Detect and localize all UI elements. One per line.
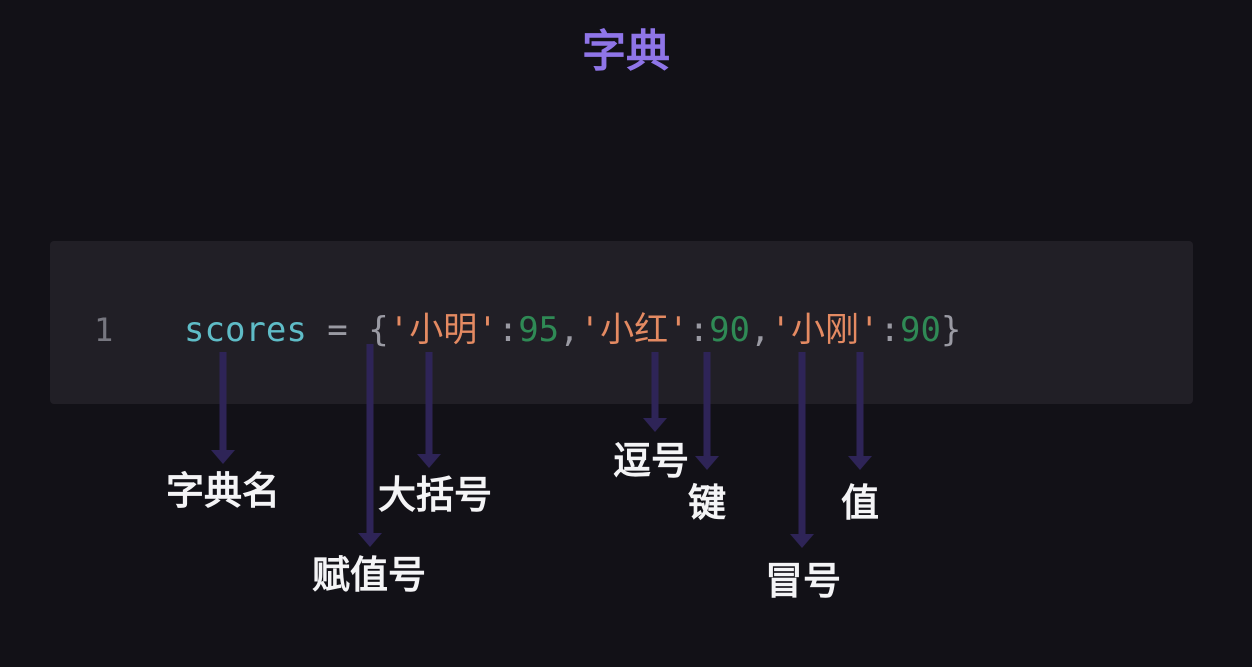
value-arrow xyxy=(848,352,872,470)
annotation-arrows xyxy=(211,344,872,548)
dict-name-label: 字典名 xyxy=(166,469,281,513)
assignment-label: 赋值号 xyxy=(312,553,427,597)
braces-arrow xyxy=(417,352,441,468)
braces-label: 大括号 xyxy=(378,473,493,517)
comma-label: 逗号 xyxy=(613,439,690,483)
key-label: 键 xyxy=(688,481,727,525)
comma-arrow xyxy=(643,352,667,432)
colon-label: 冒号 xyxy=(765,559,842,603)
key-arrow xyxy=(695,352,719,470)
dict-name-arrow xyxy=(211,352,235,464)
value-label: 值 xyxy=(841,481,880,525)
colon-arrow xyxy=(790,352,814,548)
